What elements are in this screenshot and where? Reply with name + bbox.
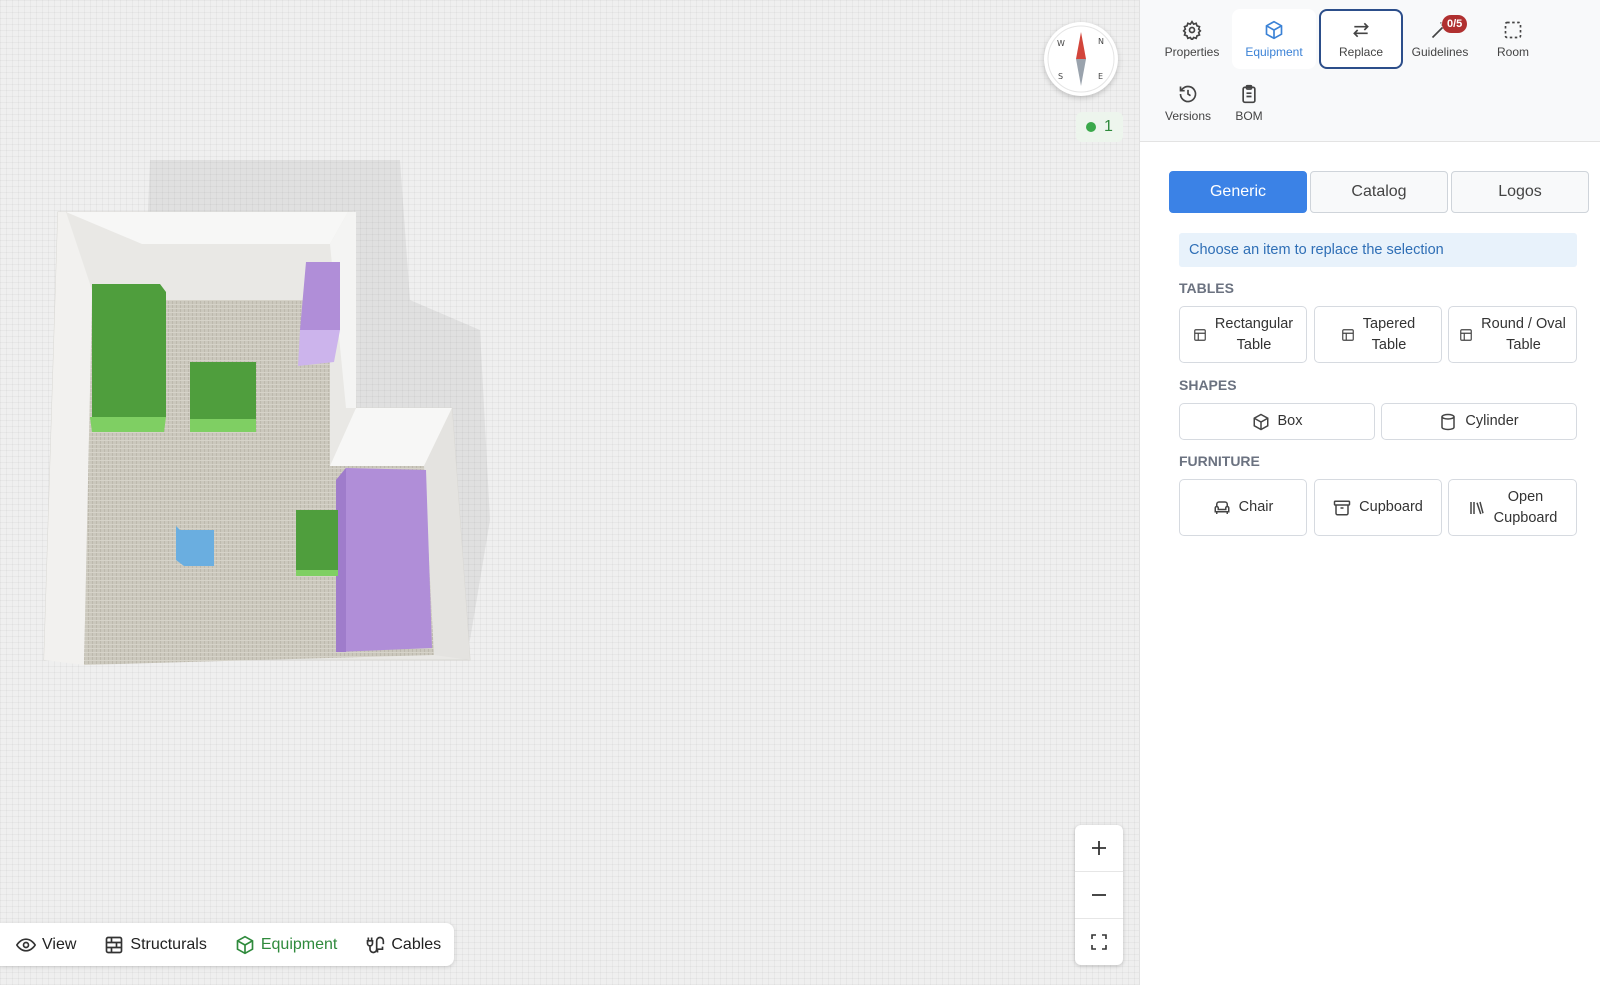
round-oval-table-line2: Table: [1506, 336, 1541, 353]
armchair-icon: [1214, 500, 1230, 514]
panel-toolbar: Properties Equipment Replace Guidelines …: [1140, 0, 1600, 142]
brick-wall-icon: [106, 936, 123, 953]
chair-label: Chair: [1238, 499, 1274, 515]
compass-n-label: N: [1098, 37, 1104, 46]
compass-icon: N E S W: [1047, 25, 1115, 93]
equipment-rack-small[interactable]: [296, 510, 338, 576]
status-chip[interactable]: 1: [1076, 112, 1123, 142]
fit-view-button[interactable]: [1075, 919, 1123, 965]
cube-icon: [1253, 413, 1268, 430]
fullscreen-icon: [1091, 934, 1107, 950]
compass-s-label: S: [1058, 72, 1063, 81]
equipment-tool-label: Equipment: [1245, 44, 1303, 59]
structurals-button[interactable]: Structurals: [96, 923, 214, 966]
bom-label: BOM: [1235, 108, 1263, 123]
furniture-section-title: FURNITURE: [1179, 453, 1260, 469]
versions-label: Versions: [1164, 108, 1212, 123]
zoom-controls: [1075, 825, 1123, 965]
library-icon: [1469, 501, 1484, 514]
plus-icon: [1092, 841, 1106, 855]
guidelines-label: Guidelines: [1411, 44, 1469, 59]
room-tool[interactable]: Room: [1471, 9, 1555, 69]
round-oval-table-line1: Round / Oval: [1481, 315, 1566, 332]
room-label: Room: [1496, 44, 1529, 59]
equipment-cabinet-left[interactable]: [90, 284, 166, 432]
cable-icon: [367, 936, 385, 953]
cupboard-button[interactable]: Cupboard: [1314, 479, 1442, 536]
open-cupboard-button[interactable]: Open Cupboard: [1448, 479, 1577, 536]
compass-w-label: W: [1057, 39, 1065, 48]
tapered-table-button[interactable]: Tapered Table: [1314, 306, 1442, 363]
tables-section-title: TABLES: [1179, 280, 1234, 296]
cables-label: Cables: [391, 935, 442, 953]
table-icon: [1194, 328, 1206, 341]
properties-tool[interactable]: Properties: [1150, 9, 1234, 69]
catalog-tabs: Generic Catalog Logos: [1169, 171, 1589, 213]
equipment-cupboard-large[interactable]: [336, 468, 432, 652]
box-shape-button[interactable]: Box: [1179, 403, 1375, 440]
table-icon: [1460, 328, 1473, 341]
side-panel: Properties Equipment Replace Guidelines …: [1139, 0, 1600, 985]
eye-icon: [16, 937, 36, 952]
tapered-table-line2: Table: [1371, 336, 1407, 353]
equipment-layer-button[interactable]: Equipment: [227, 923, 346, 966]
swap-arrows-icon: [1353, 22, 1369, 37]
tab-logos[interactable]: Logos: [1451, 171, 1589, 213]
view-label: View: [42, 935, 77, 953]
archive-icon: [1333, 500, 1351, 515]
cables-button[interactable]: Cables: [357, 923, 449, 966]
box-label: Box: [1277, 413, 1303, 429]
room-scene[interactable]: [0, 0, 1139, 985]
status-dot: [1086, 122, 1096, 132]
equipment-tool[interactable]: Equipment: [1232, 9, 1316, 69]
rectangular-table-line1: Rectangular: [1214, 315, 1294, 332]
box-icon: [236, 935, 254, 954]
equipment-selected-box[interactable]: [176, 526, 214, 566]
layer-toolbar: View Structurals Equipment Cables: [0, 923, 454, 966]
zoom-in-button[interactable]: [1075, 825, 1123, 872]
open-cupboard-line2: Cupboard: [1493, 509, 1558, 526]
zoom-out-button[interactable]: [1075, 872, 1123, 919]
rectangular-table-button[interactable]: Rectangular Table: [1179, 306, 1307, 363]
chair-button[interactable]: Chair: [1179, 479, 1307, 536]
view-button[interactable]: View: [8, 923, 84, 966]
replace-label: Replace: [1338, 44, 1384, 59]
dashed-square-icon: [1504, 21, 1522, 38]
3d-viewport[interactable]: N E S W 1 View Structurals Equipment Cab…: [0, 0, 1139, 985]
compass-e-label: E: [1098, 72, 1103, 81]
replace-hint: Choose an item to replace the selection: [1179, 233, 1577, 267]
compass[interactable]: N E S W: [1044, 22, 1118, 96]
gear-icon: [1182, 19, 1202, 40]
tab-generic[interactable]: Generic: [1169, 171, 1307, 213]
equipment-layer-label: Equipment: [260, 935, 338, 953]
shapes-section-title: SHAPES: [1179, 377, 1237, 393]
guidelines-badge: 0/5: [1442, 15, 1468, 33]
properties-label: Properties: [1164, 44, 1220, 59]
cube-icon: [1265, 20, 1283, 39]
structurals-label: Structurals: [130, 935, 207, 953]
cylinder-shape-button[interactable]: Cylinder: [1381, 403, 1577, 440]
clipboard-icon: [1242, 84, 1256, 103]
bom-tool[interactable]: BOM: [1218, 73, 1280, 133]
tapered-table-line1: Tapered: [1362, 315, 1416, 332]
replace-tool[interactable]: Replace: [1319, 9, 1403, 69]
table-icon: [1341, 328, 1354, 341]
cylinder-icon: [1441, 413, 1456, 430]
cylinder-label: Cylinder: [1465, 413, 1519, 429]
rectangular-table-line2: Table: [1236, 336, 1272, 353]
guidelines-tool[interactable]: Guidelines 0/5: [1398, 9, 1482, 69]
equipment-cabinet-small[interactable]: [190, 362, 256, 432]
cupboard-label: Cupboard: [1359, 499, 1423, 515]
minus-icon: [1092, 894, 1106, 896]
history-icon: [1179, 85, 1197, 102]
tab-catalog[interactable]: Catalog: [1310, 171, 1448, 213]
open-cupboard-line1: Open: [1507, 488, 1544, 505]
round-oval-table-button[interactable]: Round / Oval Table: [1448, 306, 1577, 363]
status-count: 1: [1104, 118, 1113, 135]
